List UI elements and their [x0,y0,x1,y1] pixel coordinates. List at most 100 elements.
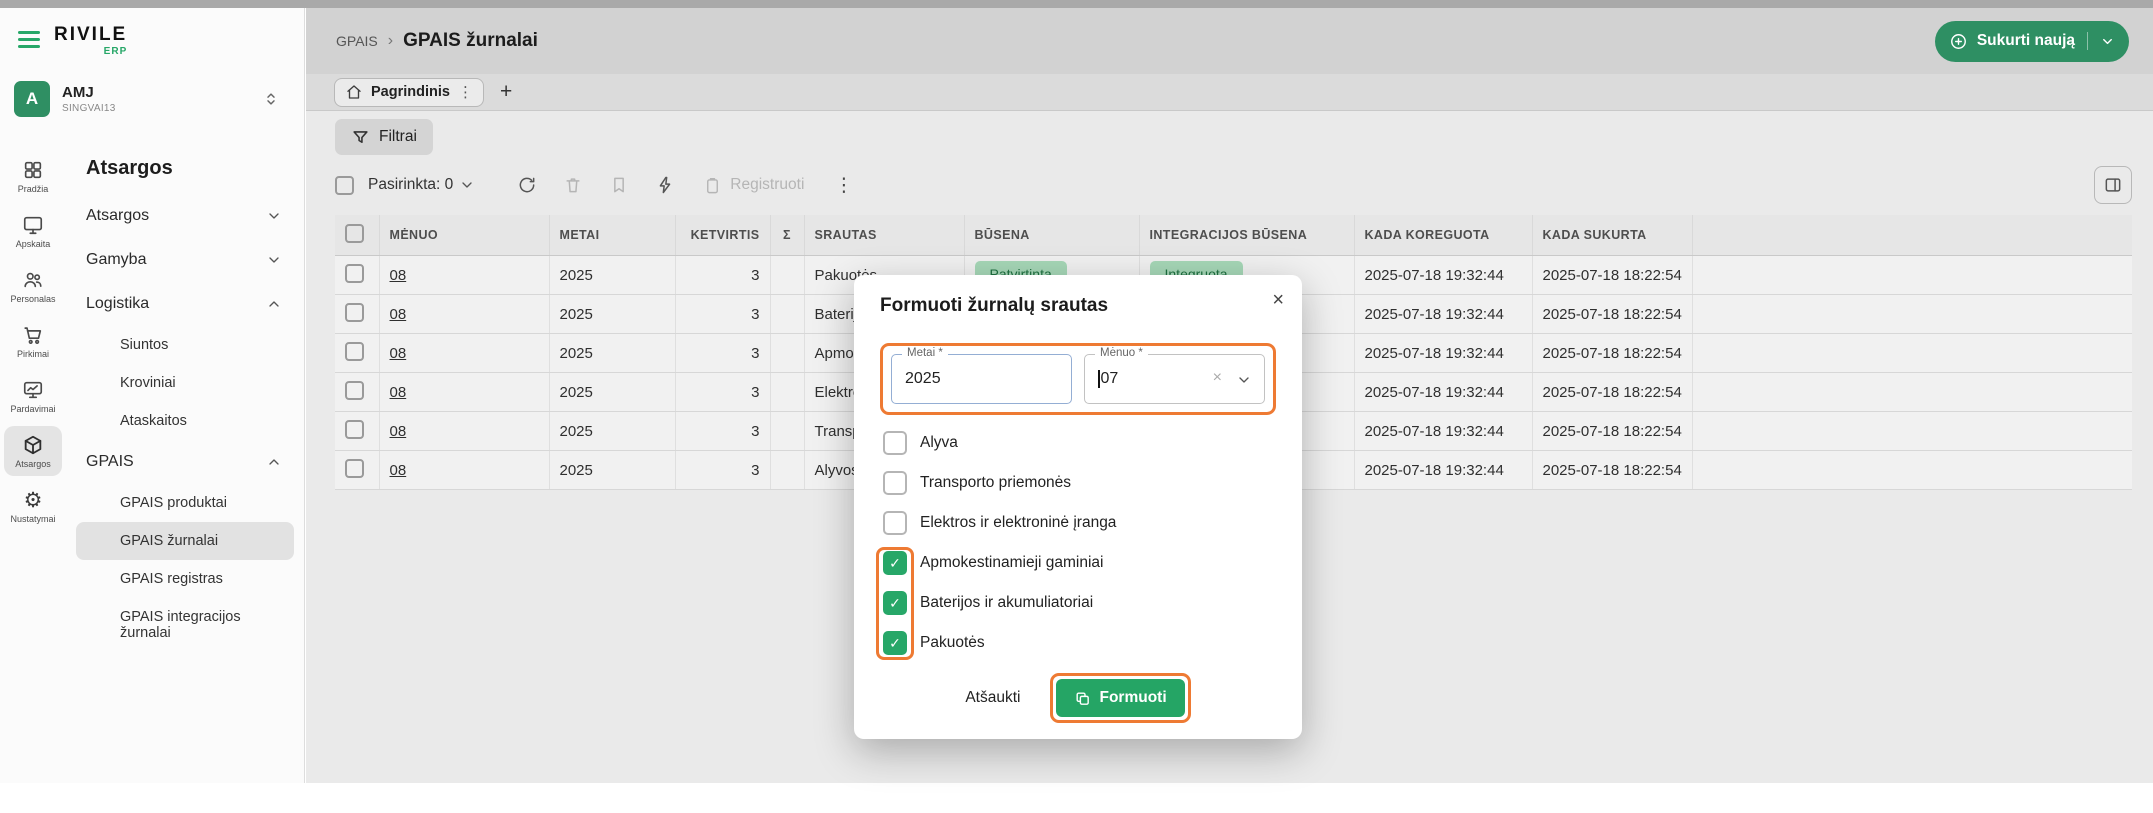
toolbar-checkbox[interactable] [335,176,354,195]
year-field-label: Metai * [902,347,948,359]
clear-icon[interactable]: × [1213,369,1222,387]
sidebar-subitem-ataskaitos[interactable]: Ataskaitos [76,402,294,440]
rail-item-atsargos[interactable]: Atsargos [4,426,62,476]
month-link[interactable]: 08 [390,306,407,323]
sidebar-item-logistika[interactable]: Logistika [76,282,294,326]
column-header-mėnuo[interactable]: MĖNUO [379,215,549,256]
sidebar-section-title: Atsargos [86,157,294,180]
month-field-label: Mėnuo * [1095,347,1148,359]
month-link[interactable]: 08 [390,267,407,284]
rail-item-nustatymai[interactable]: ⚙Nustatymai [4,481,62,531]
sidebar-subitem-gpais-produktai[interactable]: GPAIS produktai [76,484,294,522]
column-header-σ[interactable]: Σ [770,215,804,256]
icon-rail: PradžiaApskaitaPersonalas Pirkimai Pardavi… [0,141,66,652]
option-checkbox[interactable] [883,471,907,495]
sidebar-subitem-gpais-integracijos-žurnalai[interactable]: GPAIS integracijos žurnalai [76,598,294,652]
sidebar-item-label: Atsargos [86,207,149,225]
register-label: Registruoti [730,176,804,194]
option-checkbox[interactable]: ✓ [883,591,907,615]
columns-settings-button[interactable] [2094,166,2132,204]
year-field-value: 2025 [905,370,941,388]
chevron-down-icon[interactable] [459,177,475,193]
sidebar-item-atsargos[interactable]: Atsargos [76,194,294,238]
rail-item-personalas[interactable]: Personalas [4,261,62,311]
chevron-up-icon [266,296,282,312]
user-code: SINGVAI13 [62,103,116,114]
sidebar-item-gpais[interactable]: GPAIS [76,440,294,484]
unfold-icon[interactable] [262,90,280,108]
bookmark-icon[interactable] [609,175,629,195]
month-value-text: 07 [1101,370,1119,387]
row-checkbox[interactable] [345,264,364,283]
sidebar-subitem-siuntos[interactable]: Siuntos [76,326,294,364]
row-checkbox[interactable] [345,381,364,400]
column-header-srautas[interactable]: SRAUTAS [804,215,964,256]
chevron-up-icon [266,454,282,470]
month-field[interactable]: Mėnuo * 07 × [1084,354,1265,404]
select-all-checkbox[interactable] [345,224,364,243]
lightning-icon[interactable] [655,175,675,195]
check-icon: ✓ [889,556,901,570]
create-new-button[interactable]: Sukurti naują [1935,21,2129,62]
month-link[interactable]: 08 [390,345,407,362]
rail-item-pardavimai[interactable]: Pardavimai [4,371,62,421]
trash-icon[interactable] [563,175,583,195]
option-checkbox[interactable] [883,511,907,535]
rail-item-pirkimai[interactable]: Pirkimai [4,316,62,366]
month-link[interactable]: 08 [390,462,407,479]
toolbar-kebab-icon[interactable]: ⋮ [834,174,853,197]
sidebar-item-gamyba[interactable]: Gamyba [76,238,294,282]
close-icon[interactable]: × [1272,289,1284,312]
funnel-icon [351,128,370,147]
modal-option-apmokestinamieji-gaminiai: ✓Apmokestinamieji gaminiai [880,543,1276,583]
rail-item-apskaita[interactable]: Apskaita [4,206,62,256]
sidebar-subitem-kroviniai[interactable]: Kroviniai [76,364,294,402]
row-checkbox[interactable] [345,303,364,322]
avatar: A [14,81,50,117]
option-checkbox[interactable] [883,431,907,455]
column-header-integracijos-būsena[interactable]: INTEGRACIJOS BŪSENA [1139,215,1354,256]
register-button[interactable]: Registruoti [703,176,804,195]
refresh-icon[interactable] [517,175,537,195]
rail-item-pradžia[interactable]: Pradžia [4,151,62,201]
column-header-kada-sukurta[interactable]: KADA SUKURTA [1532,215,1692,256]
option-checkbox[interactable]: ✓ [883,551,907,575]
month-link[interactable]: 08 [390,384,407,401]
text-caret [1098,370,1100,388]
year-field[interactable]: Metai * 2025 [891,354,1072,404]
people-icon [22,269,44,291]
column-header-ketvirtis[interactable]: KETVIRTIS [675,215,770,256]
sidebar-menu: Atsargos Atsargos GamybaLogistikaSiuntosK… [66,141,304,652]
filters-button[interactable]: Filtrai [335,119,433,155]
column-header-kada-koreguota[interactable]: KADA KOREGUOTA [1354,215,1532,256]
rail-item-label: Pirkimai [17,349,49,359]
row-checkbox[interactable] [345,342,364,361]
row-checkbox[interactable] [345,420,364,439]
chevron-down-icon [266,252,282,268]
sidebar-subitem-gpais-žurnalai[interactable]: GPAIS žurnalai [76,522,294,560]
brand-sub: ERP [54,46,127,57]
month-link[interactable]: 08 [390,423,407,440]
tab-kebab-icon[interactable]: ⋮ [458,83,473,101]
option-label: Alyva [920,434,958,452]
cancel-button[interactable]: Atšaukti [965,689,1020,707]
rail-item-label: Pardavimai [10,404,55,414]
tab-bar: Pagrindinis ⋮ + [306,74,2153,111]
rail-item-label: Nustatymai [10,514,55,524]
chart-icon [22,379,44,401]
sidebar-subitem-gpais-registras[interactable]: GPAIS registras [76,560,294,598]
column-header-būsena[interactable]: BŪSENA [964,215,1139,256]
create-new-label: Sukurti naują [1977,32,2075,50]
user-name: AMJ [62,84,116,101]
add-tab-button[interactable]: + [500,80,512,104]
row-checkbox[interactable] [345,459,364,478]
submit-button[interactable]: Formuoti [1056,679,1184,717]
column-header-metai[interactable]: METAI [549,215,675,256]
option-checkbox[interactable]: ✓ [883,631,907,655]
user-card[interactable]: A AMJ SINGVAI13 [14,81,290,117]
tab-pagrindinis[interactable]: Pagrindinis ⋮ [334,78,484,107]
breadcrumb-separator: › [388,32,393,50]
breadcrumb-parent[interactable]: GPAIS [336,33,378,49]
chevron-down-icon[interactable] [1236,372,1252,388]
menu-icon[interactable] [18,24,40,52]
